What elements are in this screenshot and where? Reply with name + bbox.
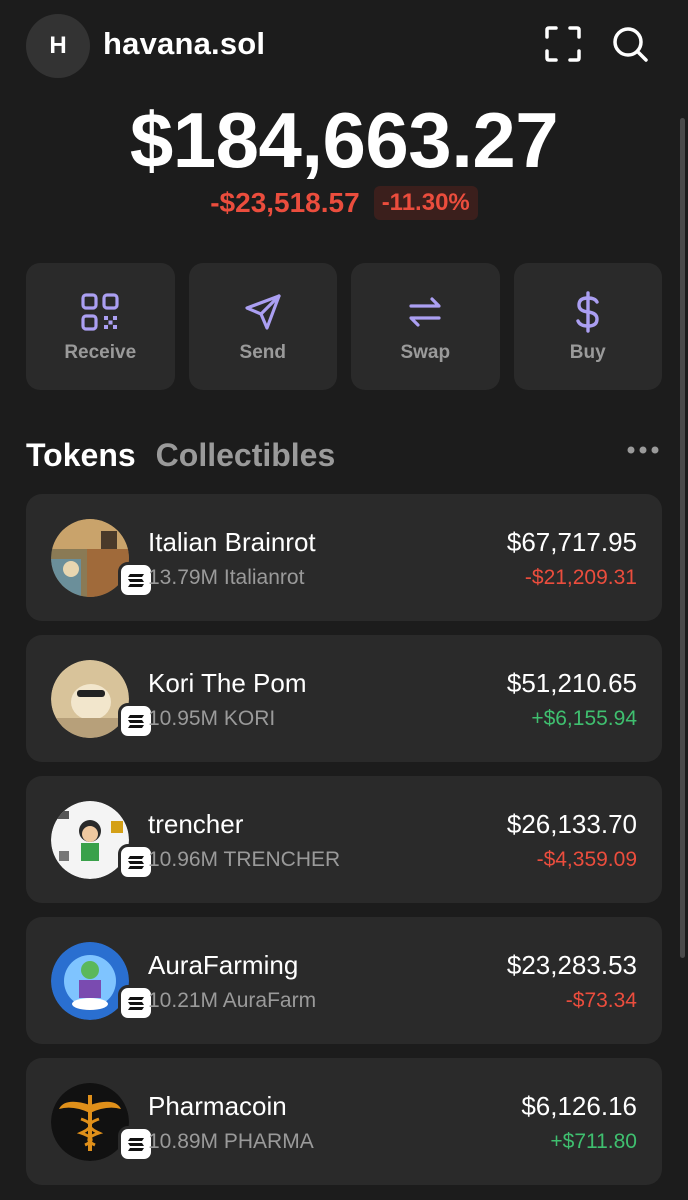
dollar-icon — [576, 290, 599, 333]
total-balance: $184,663.27 — [129, 96, 559, 184]
top-bar: H havana.sol — [0, 0, 688, 92]
token-name: Italian Brainrot — [148, 527, 316, 557]
send-label: Send — [239, 341, 286, 363]
change-percent-badge: -11.30% — [373, 186, 478, 220]
token-value: $26,133.70 — [506, 809, 637, 839]
receive-button[interactable]: Receive — [26, 263, 175, 390]
tab-tokens[interactable]: Tokens — [26, 437, 136, 474]
swap-button[interactable]: Swap — [351, 263, 500, 390]
balance-change: -$23,518.57 -11.30% — [0, 186, 688, 220]
more-options-icon[interactable] — [626, 444, 660, 456]
token-change: +$6,155.94 — [531, 707, 637, 730]
action-buttons: Receive Send Swap Buy — [26, 263, 662, 390]
search-icon[interactable] — [610, 24, 650, 64]
token-row-italian-brainrot[interactable]: Italian Brainrot 13.79M Italianrot $67,7… — [26, 494, 662, 621]
token-change: -$21,209.31 — [524, 566, 637, 589]
token-row-aurafarming[interactable]: AuraFarming 10.21M AuraFarm $23,283.53 -… — [26, 917, 662, 1044]
token-name: Pharmacoin — [148, 1091, 287, 1121]
token-change: +$711.80 — [550, 1130, 637, 1153]
token-row-kori[interactable]: Kori The Pom 10.95M KORI $51,210.65 +$6,… — [26, 635, 662, 762]
token-row-trencher[interactable]: trencher 10.96M TRENCHER $26,133.70 -$4,… — [26, 776, 662, 903]
account-avatar[interactable]: H — [26, 14, 90, 78]
change-amount: -$23,518.57 — [210, 187, 360, 218]
account-name[interactable]: havana.sol — [103, 26, 265, 62]
tab-collectibles[interactable]: Collectibles — [156, 437, 336, 474]
token-name: Kori The Pom — [148, 668, 307, 698]
token-value: $23,283.53 — [506, 950, 637, 980]
send-arrow-icon — [245, 293, 281, 330]
token-row-pharmacoin[interactable]: Pharmacoin 10.89M PHARMA $6,126.16 +$711… — [26, 1058, 662, 1185]
token-amount: 10.96M TRENCHER — [148, 848, 341, 871]
swap-label: Swap — [400, 341, 451, 363]
asset-tabs: Tokens Collectibles — [26, 430, 662, 480]
token-value: $67,717.95 — [506, 527, 637, 557]
token-name: trencher — [148, 809, 244, 839]
buy-button[interactable]: Buy — [513, 263, 662, 390]
token-name: AuraFarming — [148, 950, 299, 980]
token-change: -$73.34 — [565, 989, 637, 1012]
token-amount: 10.89M PHARMA — [148, 1130, 314, 1153]
receive-label: Receive — [64, 341, 137, 363]
send-button[interactable]: Send — [188, 263, 337, 390]
swap-arrows-icon — [409, 296, 441, 327]
token-amount: 10.21M AuraFarm — [148, 989, 317, 1012]
scrollbar[interactable] — [680, 118, 685, 958]
scan-icon[interactable] — [543, 24, 583, 64]
buy-label: Buy — [569, 341, 606, 363]
token-list: Italian Brainrot 13.79M Italianrot $67,7… — [26, 494, 662, 1199]
qr-code-icon — [81, 292, 119, 331]
token-amount: 13.79M Italianrot — [148, 566, 305, 589]
token-value: $51,210.65 — [506, 668, 637, 698]
token-amount: 10.95M KORI — [148, 707, 276, 730]
token-change: -$4,359.09 — [536, 848, 637, 871]
avatar-letter: H — [49, 32, 67, 59]
token-value: $6,126.16 — [521, 1091, 637, 1121]
